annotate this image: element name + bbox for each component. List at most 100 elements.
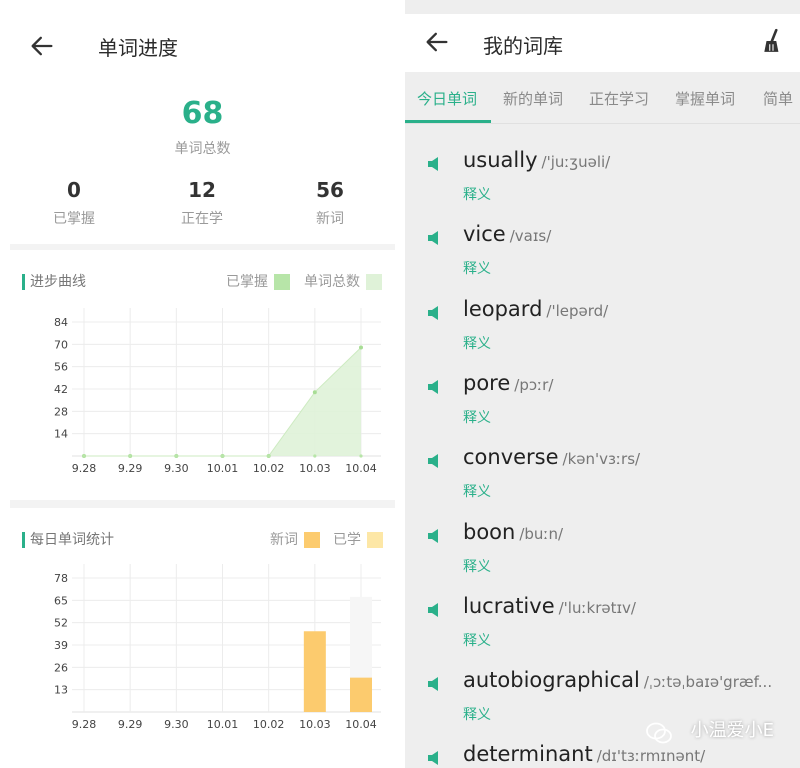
x-tick-label: 9.28 bbox=[72, 462, 97, 475]
legend-swatch bbox=[366, 274, 382, 290]
tab-new[interactable]: 新的单词 bbox=[503, 88, 563, 109]
speaker-icon[interactable] bbox=[427, 379, 443, 395]
phonetic-text: /kən'vɜːrs/ bbox=[562, 450, 641, 469]
word-item[interactable]: lucrative/'luːkrətɪv/释义 bbox=[405, 584, 800, 658]
phonetic-text: /'lepərd/ bbox=[546, 301, 609, 320]
progress-chart-card: 14 28 42 56 70 84 9.28 9.29 9.30 10.01 10.02 10.03 1… bbox=[10, 250, 395, 500]
mastered-point bbox=[82, 454, 86, 458]
new-words-bar bbox=[303, 631, 326, 712]
legend-label: 已掌握 bbox=[226, 274, 268, 290]
word-line: lucrative/'luːkrətɪv/ bbox=[463, 594, 793, 618]
y-tick-label: 42 bbox=[54, 383, 68, 396]
y-tick-label: 65 bbox=[54, 594, 68, 607]
legend-learned: 已学 bbox=[333, 532, 383, 548]
total-point bbox=[312, 390, 317, 395]
x-tick-label: 10.03 bbox=[299, 718, 331, 731]
legend-total: 单词总数 bbox=[304, 274, 382, 290]
word-text: vice bbox=[463, 222, 506, 247]
progress-screen: 单词进度 68 单词总数 0 已掌握 12 正在学 56 新词 14 28 42… bbox=[0, 0, 405, 768]
word-item[interactable]: boon/buːn/释义 bbox=[405, 510, 800, 584]
chart-title: 每日单词统计 bbox=[22, 532, 114, 548]
stat-label: 新词 bbox=[316, 211, 344, 227]
phonetic-text: /'luːkrətɪv/ bbox=[558, 598, 636, 617]
tab-mastered[interactable]: 掌握单词 bbox=[675, 88, 735, 109]
broom-icon[interactable] bbox=[760, 28, 786, 54]
legend-mastered: 已掌握 bbox=[226, 274, 290, 290]
meaning-link[interactable]: 释义 bbox=[463, 556, 491, 576]
word-item[interactable]: pore/pɔːr/释义 bbox=[405, 361, 800, 435]
word-line: leopard/'lepərd/ bbox=[463, 297, 793, 321]
speaker-icon[interactable] bbox=[427, 230, 443, 246]
word-list: usually/'juːʒuəli/释义 vice/vaɪs/释义 leopard /… bbox=[405, 124, 800, 768]
word-text: pore bbox=[463, 370, 511, 395]
back-arrow-icon[interactable] bbox=[28, 32, 56, 60]
y-tick-label: 13 bbox=[54, 684, 68, 697]
y-tick-label: 78 bbox=[54, 572, 68, 585]
speaker-icon[interactable] bbox=[427, 602, 443, 618]
x-tick-label: 10.02 bbox=[253, 718, 285, 731]
tab-easy[interactable]: 简单 bbox=[763, 88, 793, 109]
speaker-icon[interactable] bbox=[427, 676, 443, 692]
y-tick-label: 56 bbox=[54, 361, 68, 374]
meaning-link[interactable]: 释义 bbox=[463, 481, 491, 501]
meaning-link[interactable]: 释义 bbox=[463, 704, 491, 724]
library-screen: 我的词库 今日单词 新的单词 正在学习 掌握单词 简单 usually/'juː… bbox=[405, 0, 800, 768]
legend-new: 新词 bbox=[270, 532, 320, 548]
stat-label: 已掌握 bbox=[53, 211, 95, 227]
word-item[interactable]: vice/vaɪs/释义 bbox=[405, 212, 800, 286]
mastered-point bbox=[313, 454, 317, 458]
stat-value: 12 bbox=[188, 178, 216, 202]
word-item[interactable]: converse/kən'vɜːrs/释义 bbox=[405, 435, 800, 509]
y-tick-label: 70 bbox=[54, 338, 68, 351]
speaker-icon[interactable] bbox=[427, 156, 443, 172]
legend-swatch bbox=[367, 532, 383, 548]
speaker-icon[interactable] bbox=[427, 528, 443, 544]
total-words-count: 68 bbox=[181, 96, 224, 131]
meaning-link[interactable]: 释义 bbox=[463, 333, 491, 353]
x-tick-label: 10.01 bbox=[207, 718, 239, 731]
meaning-link[interactable]: 释义 bbox=[463, 630, 491, 650]
word-item[interactable]: leopard/'lepərd/释义 bbox=[405, 287, 800, 361]
word-item[interactable]: usually/'juːʒuəli/释义 bbox=[405, 138, 800, 212]
tab-today[interactable]: 今日单词 bbox=[417, 88, 477, 109]
speaker-icon[interactable] bbox=[427, 305, 443, 321]
x-tick-label: 10.04 bbox=[345, 462, 377, 475]
stat-mastered: 0 已掌握 bbox=[24, 178, 124, 228]
back-arrow-icon[interactable] bbox=[423, 28, 451, 56]
chart-title: 进步曲线 bbox=[22, 274, 86, 290]
stat-label: 正在学 bbox=[181, 211, 223, 227]
mastered-point bbox=[128, 454, 132, 458]
y-tick-label: 52 bbox=[54, 617, 68, 630]
total-words-label: 单词总数 bbox=[174, 141, 231, 157]
active-tab-indicator bbox=[405, 120, 491, 123]
speaker-icon[interactable] bbox=[427, 453, 443, 469]
meaning-link[interactable]: 释义 bbox=[463, 407, 491, 427]
x-tick-label: 9.30 bbox=[164, 718, 189, 731]
x-tick-label: 9.30 bbox=[164, 462, 189, 475]
meaning-link[interactable]: 释义 bbox=[463, 258, 491, 278]
phonetic-text: /buːn/ bbox=[519, 524, 564, 543]
legend-swatch bbox=[274, 274, 290, 290]
phonetic-text: /pɔːr/ bbox=[514, 375, 554, 394]
word-text: boon bbox=[463, 519, 516, 544]
y-tick-label: 26 bbox=[54, 661, 68, 674]
x-tick-label: 10.01 bbox=[207, 462, 239, 475]
y-tick-label: 14 bbox=[54, 428, 68, 441]
word-text: leopard bbox=[463, 296, 543, 321]
tab-learning[interactable]: 正在学习 bbox=[589, 88, 649, 109]
word-line: vice/vaɪs/ bbox=[463, 222, 793, 246]
mastered-point bbox=[220, 454, 225, 458]
meaning-link[interactable]: 释义 bbox=[463, 184, 491, 204]
page-title: 我的词库 bbox=[483, 34, 563, 58]
legend-label: 已学 bbox=[333, 532, 361, 548]
word-line: pore/pɔːr/ bbox=[463, 371, 793, 395]
watermark: 小温爱小E bbox=[690, 720, 774, 741]
word-line: usually/'juːʒuəli/ bbox=[463, 148, 793, 172]
word-line: boon/buːn/ bbox=[463, 520, 793, 544]
word-line: determinant/dɪ'tɜːrmɪnənt/ bbox=[463, 742, 793, 766]
stat-new: 56 新词 bbox=[280, 178, 380, 228]
library-header: 我的词库 bbox=[405, 14, 800, 72]
summary-card: 68 单词总数 0 已掌握 12 正在学 56 新词 bbox=[10, 74, 395, 244]
speaker-icon[interactable] bbox=[427, 750, 443, 766]
phonetic-text: /ˌɔːtəˌbaɪə'græf... bbox=[643, 673, 773, 692]
